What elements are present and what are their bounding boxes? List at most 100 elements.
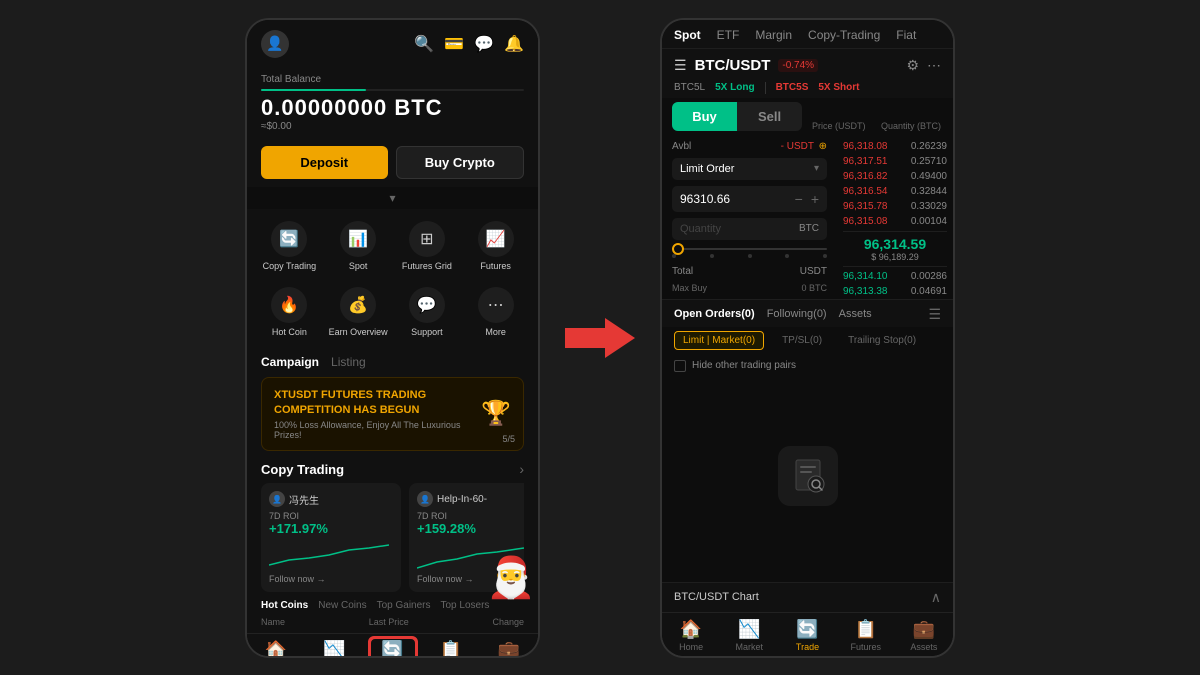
minus-icon[interactable]: − (795, 191, 803, 207)
avatar[interactable]: 👤 (261, 30, 289, 58)
tab-new-coins[interactable]: New Coins (318, 600, 366, 611)
sell-tab[interactable]: Sell (737, 102, 802, 131)
tab-hot-coins[interactable]: Hot Coins (261, 600, 308, 611)
nav-futures[interactable]: 📋 Futures (422, 640, 480, 655)
r-nav-home[interactable]: 🏠 Home (662, 619, 720, 652)
more-dots-icon[interactable]: ⋯ (927, 57, 941, 74)
r-futures-icon: 📋 (855, 619, 877, 640)
filter-limit-market[interactable]: Limit | Market(0) (674, 331, 764, 350)
nav-assets[interactable]: 💼 Assets (480, 640, 538, 655)
leverage-btc5s[interactable]: BTC5S (776, 82, 809, 93)
nav-market[interactable]: 📉 Market (305, 640, 363, 655)
campaign-banner: XTUSDT FUTURES TRADING COMPETITION HAS B… (261, 377, 524, 452)
bell-icon[interactable]: 🔔 (504, 34, 524, 54)
avbl-icon: ⊕ (819, 141, 827, 152)
support-icon: 💬 (409, 287, 445, 323)
price-col-header: Price (USDT) (812, 121, 866, 131)
slider-row[interactable] (672, 246, 827, 260)
nav-home[interactable]: 🏠 Home (247, 640, 305, 655)
qty-placeholder: Quantity (680, 223, 721, 235)
main-container: 👤 🔍 💳 💬 🔔 Total Balance 0.00000000 BTC ≈… (0, 0, 1200, 675)
tab-fiat[interactable]: Fiat (896, 28, 916, 42)
order-type-select[interactable]: Limit Order ▾ (672, 158, 827, 180)
tab-copy-trading[interactable]: Copy-Trading (808, 28, 880, 42)
tab-top-losers[interactable]: Top Losers (441, 600, 490, 611)
tab-margin[interactable]: Margin (755, 28, 792, 42)
grid-label-earn: Earn Overview (329, 327, 388, 337)
search-icon[interactable]: 🔍 (414, 34, 434, 54)
follow-btn-1[interactable]: Follow now → (269, 574, 393, 584)
trade-icon: 🔄 (381, 640, 403, 655)
tab-spot[interactable]: Spot (674, 28, 701, 42)
ask-row-1: 96,318.08 0.26239 (843, 139, 947, 154)
grid-item-futures-grid[interactable]: ⊞ Futures Grid (395, 215, 460, 277)
nav-trade[interactable]: 🔄 Trade 1 (363, 640, 421, 655)
chat-icon[interactable]: 💬 (474, 34, 494, 54)
chart-label: BTC/USDT Chart (674, 591, 759, 603)
balance-usd: ≈$0.00 (261, 121, 524, 132)
long-label: 5X Long (715, 82, 754, 93)
price-controls: − + (795, 191, 819, 207)
tab-top-gainers[interactable]: Top Gainers (377, 600, 431, 611)
trader-name-2: 👤 Help-In-60- (417, 491, 524, 507)
qty-unit: BTC (799, 223, 819, 234)
tab-following[interactable]: Following(0) (767, 308, 827, 320)
orders-list-icon[interactable]: ☰ (928, 306, 941, 323)
filter-trailing[interactable]: Trailing Stop(0) (840, 332, 924, 349)
futures-nav-icon: 📋 (440, 640, 462, 655)
buy-sell-tabs: Buy Sell (672, 102, 802, 131)
r-nav-market[interactable]: 📉 Market (720, 619, 778, 652)
deposit-button[interactable]: Deposit (261, 146, 388, 179)
grid-item-hot-coin[interactable]: 🔥 Hot Coin (257, 281, 322, 343)
chart-toggle[interactable]: ∧ (931, 589, 941, 606)
home-icon: 🏠 (265, 640, 287, 655)
follow-btn-2[interactable]: Follow now → (417, 574, 524, 584)
hot-coins-tabs: Hot Coins New Coins Top Gainers Top Lose… (261, 600, 524, 611)
r-nav-assets[interactable]: 💼 Assets (895, 619, 953, 652)
buy-tab[interactable]: Buy (672, 102, 737, 131)
grid-item-more[interactable]: ⋯ More (463, 281, 528, 343)
grid-item-copy-trading[interactable]: 🔄 Copy Trading (257, 215, 322, 277)
grid-item-spot[interactable]: 📊 Spot (326, 215, 391, 277)
buy-crypto-button[interactable]: Buy Crypto (396, 146, 525, 179)
tab-campaign[interactable]: Campaign (261, 355, 319, 371)
grid-item-support[interactable]: 💬 Support (395, 281, 460, 343)
tab-listing[interactable]: Listing (331, 355, 366, 371)
dot-100 (823, 254, 827, 258)
price-input[interactable]: 96310.66 − + (672, 186, 827, 212)
slider-thumb[interactable] (672, 243, 684, 255)
empty-icon (778, 446, 838, 506)
tab-open-orders[interactable]: Open Orders(0) (674, 308, 755, 320)
order-form: Avbl - USDT ⊕ Limit Order ▾ 96310.66 (662, 135, 837, 299)
trader-card-1: 👤 冯先生 7D ROI +171.97% Follow now → (261, 483, 401, 592)
leverage-btc5l[interactable]: BTC5L (674, 82, 705, 93)
r-nav-futures[interactable]: 📋 Futures (837, 619, 895, 652)
pair-menu-icon[interactable]: ☰ (674, 57, 687, 74)
settings-icon[interactable]: ⚙ (906, 57, 919, 74)
r-nav-trade[interactable]: 🔄 Trade (778, 619, 836, 652)
grid-label-spot: Spot (349, 261, 368, 271)
hide-checkbox[interactable] (674, 360, 686, 372)
banner-icon: 🏆 (481, 399, 511, 428)
ask-row-4: 96,316.54 0.32844 (843, 184, 947, 199)
market-icon: 📉 (323, 640, 345, 655)
grid-label-futures: Futures (480, 261, 511, 271)
coins-header: Name Last Price Change (261, 615, 524, 629)
right-screen: Spot ETF Margin Copy-Trading Fiat ☰ BTC/… (662, 20, 953, 656)
assets-icon: 💼 (498, 640, 520, 655)
tab-assets[interactable]: Assets (839, 308, 872, 320)
copy-trading-title: Copy Trading (261, 462, 344, 477)
grid-item-earn[interactable]: 💰 Earn Overview (326, 281, 391, 343)
collapse-button[interactable]: ▾ (247, 187, 538, 209)
plus-icon[interactable]: + (811, 191, 819, 207)
wallet-icon[interactable]: 💳 (444, 34, 464, 54)
qty-col-header: Quantity (BTC) (881, 121, 941, 131)
max-buy-value: 0 BTC (801, 283, 827, 293)
tab-etf[interactable]: ETF (717, 28, 740, 42)
qty-input[interactable]: Quantity BTC (672, 218, 827, 240)
grid-item-futures[interactable]: 📈 Futures (463, 215, 528, 277)
copy-trading-arrow[interactable]: › (519, 461, 524, 477)
asks-list: 96,318.08 0.26239 96,317.51 0.25710 96,3… (843, 139, 947, 229)
ask-row-3: 96,316.82 0.49400 (843, 169, 947, 184)
filter-tpsl[interactable]: TP/SL(0) (774, 332, 830, 349)
